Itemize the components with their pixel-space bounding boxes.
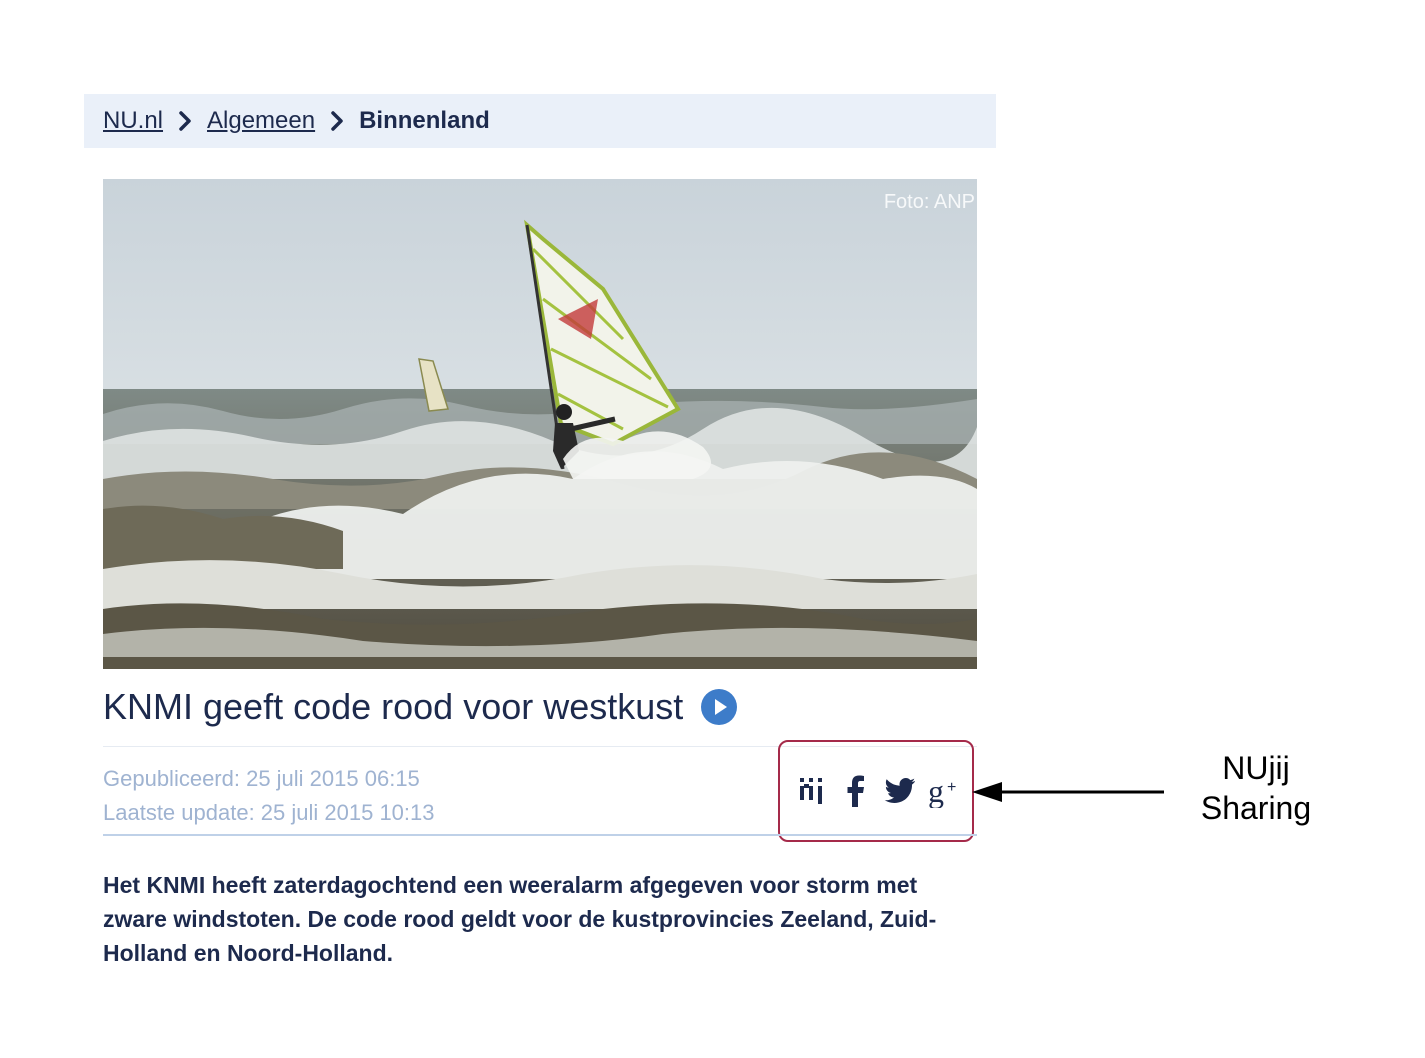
breadcrumb-link-algemeen[interactable]: Algemeen bbox=[207, 107, 315, 135]
twitter-icon[interactable] bbox=[881, 771, 919, 811]
share-bar: g + bbox=[778, 740, 974, 842]
article-meta: Gepubliceerd: 25 juli 2015 06:15 Laatste… bbox=[103, 762, 435, 830]
published-date: Gepubliceerd: 25 juli 2015 06:15 bbox=[103, 766, 420, 791]
article-photo: Foto: ANP bbox=[103, 179, 977, 669]
article-lead: Het KNMI heeft zaterdagochtend een weera… bbox=[103, 872, 937, 966]
breadcrumb-link-home[interactable]: NU.nl bbox=[103, 107, 163, 135]
annotation-label-line1: NUjij bbox=[1222, 750, 1290, 786]
breadcrumb: NU.nl Algemeen Binnenland bbox=[84, 94, 996, 148]
photo-credit: Foto: ANP bbox=[883, 191, 975, 213]
google-plus-icon[interactable]: g + bbox=[925, 771, 963, 811]
annotation-label-line2: Sharing bbox=[1200, 790, 1312, 826]
nujij-icon[interactable] bbox=[793, 771, 831, 811]
updated-date: Laatste update: 25 juli 2015 10:13 bbox=[103, 800, 435, 825]
chevron-right-icon bbox=[329, 111, 345, 131]
breadcrumb-current: Binnenland bbox=[359, 107, 490, 134]
svg-text:+: + bbox=[947, 779, 956, 796]
article-title-text: KNMI geeft code rood voor westkust bbox=[103, 686, 684, 727]
article-title: KNMI geeft code rood voor westkust bbox=[103, 686, 738, 728]
annotation-arrow bbox=[970, 778, 1166, 813]
svg-text:g: g bbox=[928, 774, 944, 808]
facebook-icon[interactable] bbox=[837, 771, 875, 811]
divider bbox=[103, 834, 977, 836]
chevron-right-icon bbox=[177, 111, 193, 131]
annotation-label: NUjij Sharing bbox=[1178, 748, 1334, 828]
play-video-icon[interactable] bbox=[701, 689, 738, 725]
